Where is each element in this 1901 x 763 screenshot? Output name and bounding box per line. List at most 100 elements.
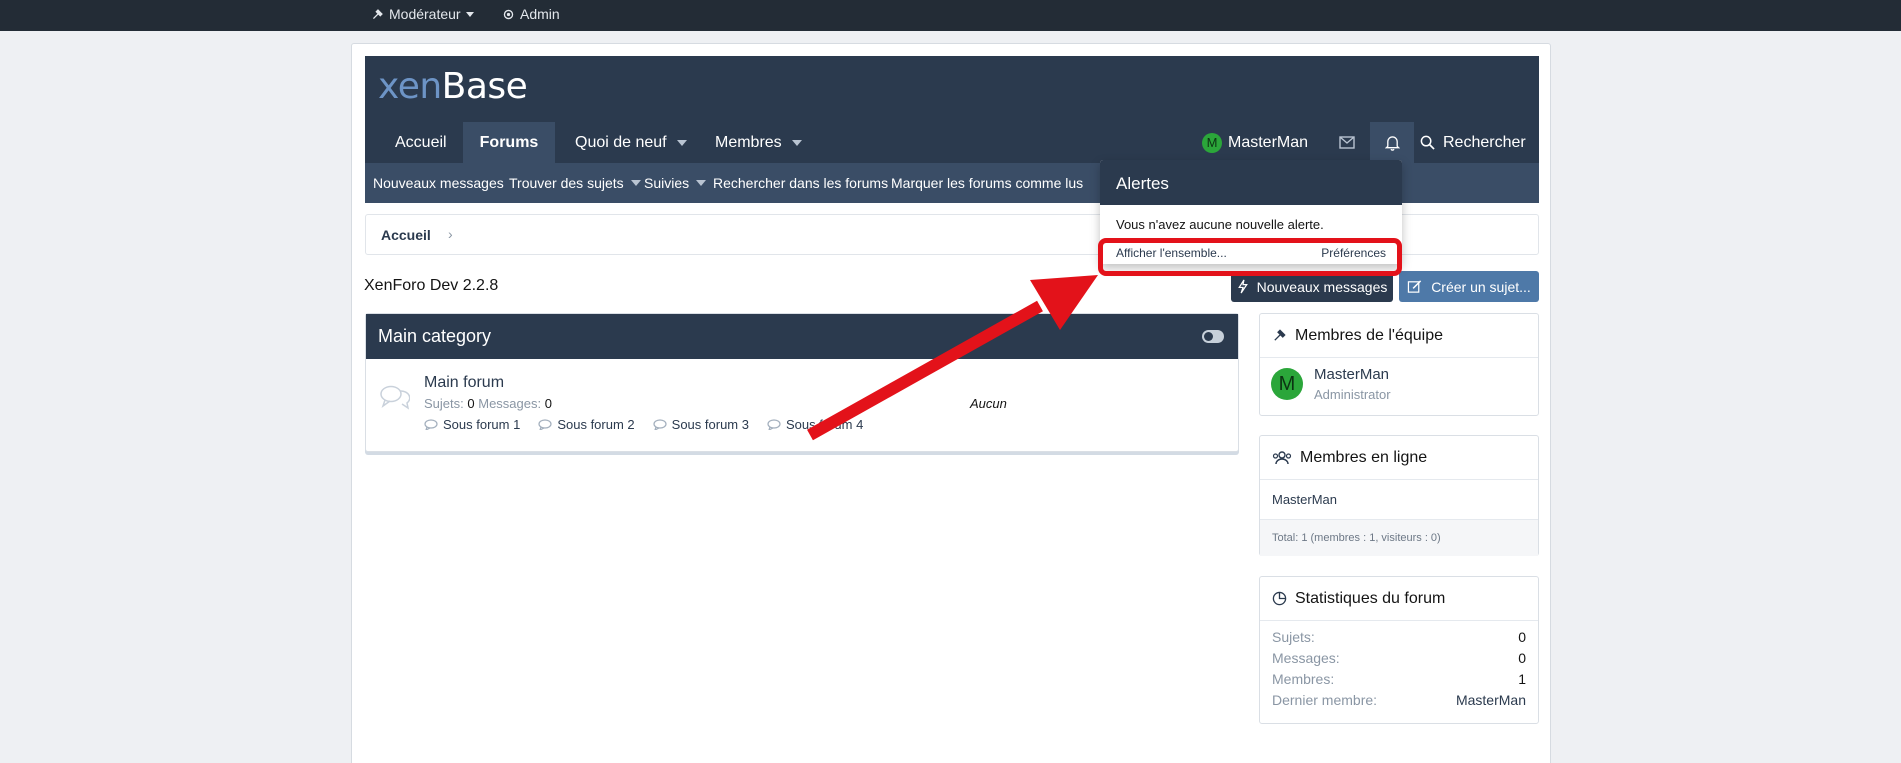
staff-widget-title: Membres de l'équipe [1295, 326, 1444, 344]
messages-count: 0 [544, 396, 552, 411]
widget-header: Statistiques du forum [1260, 577, 1538, 621]
subnav-mark-read[interactable]: Marquer les forums comme lus [891, 175, 1083, 191]
moderator-label: Modérateur [389, 6, 461, 22]
site-header: xenBase Accueil Forums Quoi de neuf Memb… [365, 56, 1539, 163]
threads-count: 0 [467, 396, 475, 411]
stat-value: 0 [1518, 649, 1526, 666]
chevron-down-icon [630, 180, 641, 186]
online-total: Total: 1 (membres : 1, visiteurs : 0) [1272, 532, 1441, 544]
stat-label: Membres: [1272, 670, 1335, 687]
online-footer: Total: 1 (membres : 1, visiteurs : 0) [1260, 519, 1538, 556]
stat-value: 0 [1518, 628, 1526, 645]
tab-members[interactable]: Membres [715, 122, 802, 163]
logo-part-1: xen [378, 66, 442, 107]
search-icon [1420, 135, 1435, 150]
stat-row: Sujets: 0 [1260, 626, 1538, 647]
threads-label: Sujets: [424, 396, 464, 411]
staff-members-widget: Membres de l'équipe M MasterMan Administ… [1259, 313, 1539, 416]
tab-whats-new[interactable]: Quoi de neuf [575, 122, 687, 163]
subnav-mark-read-label: Marquer les forums comme lus [891, 175, 1084, 191]
subnav-new-posts[interactable]: Nouveaux messages [373, 175, 504, 191]
tab-forums[interactable]: Forums [463, 122, 555, 163]
stats-widget-title: Statistiques du forum [1295, 589, 1446, 607]
new-posts-label: Nouveaux messages [1256, 278, 1388, 295]
envelope-icon [1339, 136, 1355, 149]
forum-stats-widget: Statistiques du forum Sujets: 0 Messages:… [1259, 576, 1539, 724]
forum-bubbles-icon [380, 384, 411, 415]
create-thread-button[interactable]: Créer un sujet... [1399, 271, 1539, 302]
online-members-widget: Membres en ligne MasterMan Total: 1 (mem… [1259, 435, 1539, 556]
alerts-title: Alertes [1100, 160, 1402, 205]
stat-row: Dernier membre: MasterMan [1260, 689, 1538, 710]
conversations-button[interactable] [1327, 122, 1367, 163]
last-post: Aucun [970, 396, 1007, 411]
widget-header: Membres de l'équipe [1260, 314, 1538, 358]
subnav-search-forums-label: Rechercher dans les forums [713, 175, 889, 191]
staff-member-role: Administrator [1314, 387, 1391, 402]
subnav-find-threads[interactable]: Trouver des sujets [509, 175, 641, 191]
comment-icon [653, 419, 667, 430]
subforum-label: Sous forum 2 [557, 417, 635, 432]
tab-forums-label: Forums [479, 133, 539, 151]
tab-home-label: Accueil [395, 133, 447, 151]
search-button[interactable]: Rechercher [1420, 122, 1526, 163]
stat-value: 1 [1518, 670, 1526, 687]
subnav-new-posts-label: Nouveaux messages [373, 175, 504, 191]
subforum-label: Sous forum 4 [785, 417, 864, 432]
tab-whats-new-label: Quoi de neuf [575, 133, 667, 151]
stat-label: Sujets: [1272, 628, 1315, 645]
account-username: MasterMan [1228, 133, 1309, 151]
page-title: XenForo Dev 2.2.8 [364, 277, 499, 294]
chevron-down-icon [791, 139, 802, 146]
stat-label: Dernier membre: [1272, 691, 1378, 708]
subnav-watched[interactable]: Suivies [644, 175, 707, 191]
collapse-toggle[interactable] [1202, 330, 1224, 343]
chevron-down-icon [696, 180, 707, 186]
bell-icon [1384, 135, 1400, 151]
stat-row: Membres: 1 [1260, 668, 1538, 689]
subforum-link-1[interactable]: Sous forum 1 [424, 417, 520, 432]
staff-bar: Modérateur Admin [0, 0, 1901, 31]
users-icon [1272, 451, 1292, 465]
subforum-link-3[interactable]: Sous forum 3 [653, 417, 749, 432]
category-title[interactable]: Main category [378, 326, 491, 346]
comment-icon [424, 419, 438, 430]
admin-link[interactable]: Admin [502, 6, 560, 22]
latest-member-link[interactable]: MasterMan [1456, 692, 1526, 708]
gavel-icon [372, 8, 383, 19]
moderator-menu[interactable]: Modérateur [371, 6, 474, 22]
stat-row: Messages: 0 [1260, 647, 1538, 668]
tab-home[interactable]: Accueil [395, 122, 447, 163]
alerts-button[interactable] [1370, 122, 1414, 163]
site-logo[interactable]: xenBase [378, 66, 528, 107]
widget-header: Membres en ligne [1260, 436, 1538, 480]
subnav-watched-label: Suivies [644, 175, 690, 191]
category-header: Main category [366, 314, 1238, 359]
online-widget-title: Membres en ligne [1300, 448, 1428, 466]
account-menu[interactable]: M MasterMan [1202, 122, 1308, 163]
tab-members-label: Membres [715, 133, 782, 151]
subnav-search-forums[interactable]: Rechercher dans les forums [713, 175, 888, 191]
messages-label: Messages: [478, 396, 542, 411]
online-member-link[interactable]: MasterMan [1272, 492, 1337, 507]
pie-chart-icon [1272, 591, 1287, 606]
subnav-find-threads-label: Trouver des sujets [509, 175, 624, 191]
avatar: M [1202, 132, 1222, 153]
staff-member-name[interactable]: MasterMan [1314, 366, 1389, 383]
alerts-empty-message: Vous n'avez aucune nouvelle alerte. [1116, 217, 1324, 232]
subforum-link-4[interactable]: Sous forum 4 [767, 417, 863, 432]
subforum-label: Sous forum 3 [671, 417, 749, 432]
gavel-icon [1274, 329, 1286, 341]
admin-label: Admin [520, 6, 560, 22]
subforum-link-2[interactable]: Sous forum 2 [538, 417, 635, 432]
stat-label: Messages: [1272, 649, 1340, 666]
chevron-down-icon [676, 139, 687, 146]
forum-title-link[interactable]: Main forum [424, 374, 504, 392]
avatar[interactable]: M [1271, 368, 1303, 400]
logo-part-2: Base [441, 66, 528, 107]
breadcrumb-home[interactable]: Accueil [381, 227, 431, 243]
subforum-list: Sous forum 1 Sous forum 2 Sous forum 3 S… [424, 417, 863, 432]
subforum-label: Sous forum 1 [443, 417, 521, 432]
gear-icon [503, 9, 514, 19]
search-label: Rechercher [1443, 133, 1526, 151]
